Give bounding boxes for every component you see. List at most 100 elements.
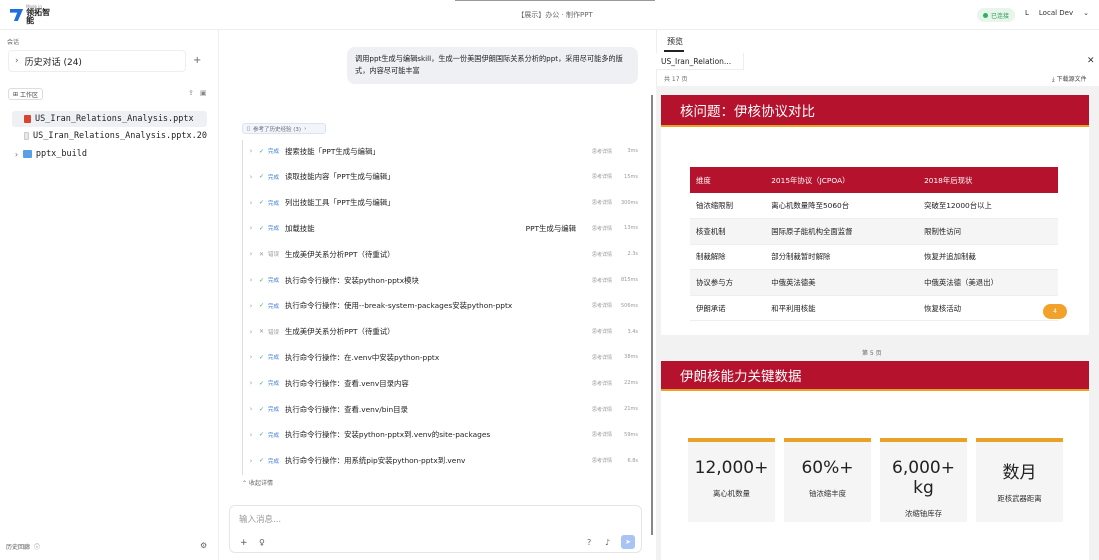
step-detail-link[interactable]: 思考详情 <box>584 354 612 361</box>
upload-icon[interactable]: ⇪ <box>188 89 194 97</box>
step-row[interactable]: › ✓ 完成 执行命令行操作：查看.venv/bin目录 思考详情 21ms <box>243 398 638 420</box>
check-icon: ✓ <box>259 457 265 465</box>
step-row[interactable]: › ✓ 完成 读取技能内容「PPT生成与编辑」 思考详情 15ms <box>243 166 638 188</box>
avatar: L <box>1025 9 1029 17</box>
message-input-box[interactable] <box>229 505 642 553</box>
gear-icon[interactable]: ⚙ <box>200 541 207 550</box>
chevron-right-icon: › <box>249 172 253 181</box>
microphone-icon[interactable]: ♪ <box>605 538 610 547</box>
step-duration: 22ms <box>624 380 638 387</box>
slide-accent-bar <box>661 125 1089 127</box>
table-cell: 限制性访问 <box>918 218 1058 245</box>
history-reference-toggle[interactable]: ▯ 参考了历史经验 (3) › <box>242 123 326 134</box>
table-header: 2015年协议（JCPOA） <box>765 167 919 193</box>
stat-card: 60%+ 铀浓缩丰度 <box>784 438 871 522</box>
new-conversation-button[interactable]: + <box>193 55 201 66</box>
chevron-right-icon: › <box>249 224 253 233</box>
table-cell: 部分制裁暂时解除 <box>765 244 919 271</box>
table-cell: 制裁解除 <box>690 244 766 271</box>
collapse-details-button[interactable]: ⌃ 收起详情 <box>242 478 273 487</box>
history-label: 历史对话 (24) <box>24 57 82 68</box>
step-row[interactable]: › ✓ 完成 执行命令行操作：安装python-pptx模块 思考详情 815ms <box>243 269 638 291</box>
tab-preview[interactable]: 预览 <box>667 36 683 47</box>
active-tab-indicator <box>664 50 684 52</box>
help-icon[interactable]: ? <box>587 538 591 547</box>
step-row[interactable]: › ✓ 完成 执行命令行操作：使用--break-system-packages安装p… <box>243 295 638 317</box>
chevron-right-icon: › <box>249 198 253 207</box>
step-row[interactable]: › ✓ 完成 搜索技能「PPT生成与编辑」 思考详情 3ms <box>243 140 638 162</box>
send-button[interactable]: ➤ <box>621 535 635 549</box>
step-row[interactable]: › ✓ 完成 执行命令行操作：用系统pip安装python-pptx到.venv 思考详… <box>243 450 638 472</box>
step-detail-link[interactable]: 思考详情 <box>584 277 612 284</box>
check-icon: ✓ <box>259 353 265 361</box>
message-input[interactable]: 输入消息... <box>239 513 281 525</box>
check-icon: ✓ <box>259 302 265 310</box>
file-tab[interactable]: US_Iran_Relation... <box>656 53 744 70</box>
step-detail-link[interactable]: 思考详情 <box>584 225 612 232</box>
stat-value: 6,000+ kg <box>892 458 955 498</box>
step-detail-link[interactable]: 思考详情 <box>584 406 612 413</box>
step-row[interactable]: › ✓ 完成 执行命令行操作：安装python-pptx到.venv的site-pac… <box>243 424 638 446</box>
step-row[interactable]: › ✓ 完成 列出技能工具「PPT生成与编辑」 思考详情 300ms <box>243 192 638 214</box>
chevron-right-icon: › <box>15 56 19 66</box>
folder-icon <box>22 150 32 158</box>
step-row[interactable]: › ✕ 错误 生成美伊关系分析PPT（待重试） 思考详情 2.3s <box>243 243 638 265</box>
lightbulb-icon[interactable]: ♀ <box>259 538 265 547</box>
file-item-pptx[interactable]: US_Iran_Relations_Analysis.pptx <box>12 111 207 127</box>
step-detail-link[interactable]: 思考详情 <box>584 173 612 180</box>
table-row: 伊朗承诺 和平利用核能 恢复核活动 <box>690 295 1058 322</box>
workspace-button[interactable]: ⊞ 工作区 <box>8 88 44 100</box>
step-row[interactable]: › ✕ 错误 生成美伊关系分析PPT（待重试） 思考详情 3.4s <box>243 321 638 343</box>
slide-accent-bar <box>661 389 1089 391</box>
history-conversations-button[interactable]: › 历史对话 (24) <box>8 50 186 72</box>
check-icon: ✓ <box>259 431 265 439</box>
step-status-tag: 完成 <box>268 458 280 465</box>
step-detail-link[interactable]: 思考详情 <box>584 380 612 387</box>
user-menu[interactable]: L Local Dev ⌄ <box>1025 9 1089 17</box>
stat-label: 浓缩铀库存 <box>905 509 942 518</box>
step-duration: 15ms <box>624 173 638 180</box>
workspace-label: 工作区 <box>20 91 39 99</box>
step-name: 执行命令行操作：在.venv中安装python-pptx <box>285 352 440 362</box>
user-message-bubble: 调用ppt生成与编辑skill，生成一份美国伊朗国际关系分析的ppt，采用尽可能… <box>347 47 638 84</box>
table-cell: 中俄英法德（美退出） <box>918 269 1058 296</box>
page-label: 第 5 页 <box>862 350 882 357</box>
close-icon[interactable]: ✕ <box>1087 56 1095 66</box>
table-cell: 中俄英法德美 <box>765 269 919 296</box>
step-duration: 6.8s <box>627 457 638 464</box>
chat-scrollbar[interactable] <box>651 95 653 535</box>
download-source-button[interactable]: ⤓ 下载源文件 <box>1052 74 1087 84</box>
table-cell: 恢复并追加制裁 <box>918 244 1058 271</box>
step-status-tag: 完成 <box>268 200 280 207</box>
step-status-tag: 完成 <box>268 174 280 181</box>
stat-card: 6,000+ kg 浓缩铀库存 <box>880 438 967 522</box>
step-duration: 21ms <box>624 406 638 412</box>
step-detail-link[interactable]: 思考详情 <box>584 148 612 155</box>
reference-label: 参考了历史经验 (3) <box>253 126 302 133</box>
step-detail-link[interactable]: 思考详情 <box>584 302 612 309</box>
step-status-tag: 完成 <box>268 355 280 362</box>
step-row[interactable]: › ✓ 完成 执行命令行操作：查看.venv目录内容 思考详情 22ms <box>243 372 638 394</box>
step-row[interactable]: › ✓ 完成 执行命令行操作：在.venv中安装python-pptx 思考详情 38ms <box>243 346 638 368</box>
step-detail-link[interactable]: 思考详情 <box>584 199 612 206</box>
step-duration: 38ms <box>624 354 638 361</box>
step-detail-link[interactable]: 思考详情 <box>584 328 612 335</box>
step-detail-link[interactable]: 思考详情 <box>584 251 612 258</box>
chevron-down-icon: ⌄ <box>1083 9 1089 17</box>
chevron-right-icon: › <box>249 430 253 439</box>
history-corridor[interactable]: 历史回廊 ⓘ <box>6 542 40 551</box>
folder-item-pptx-build[interactable]: › pptx_build <box>12 146 207 162</box>
step-list: › ✓ 完成 搜索技能「PPT生成与编辑」 思考详情 3ms › ✓ 完成 读取技能内容「PPT生… <box>242 140 638 475</box>
step-row[interactable]: › ✓ 完成 加载技能 PPT生成与编辑 思考详情 13ms <box>243 217 638 239</box>
step-detail-link[interactable]: 思考详情 <box>584 431 612 438</box>
step-duration: 13ms <box>624 225 638 232</box>
add-attachment-icon[interactable]: + <box>240 538 248 548</box>
new-folder-icon[interactable]: ▣ <box>200 89 207 97</box>
file-item-backup[interactable]: US_Iran_Relations_Analysis.pptx.20 <box>12 128 207 144</box>
chevron-right-icon: › <box>304 125 307 132</box>
table-row: 铀浓缩限制 离心机数量降至5060台 突破至12000台以上 <box>690 193 1058 220</box>
step-duration: 3.4s <box>627 328 638 335</box>
app-logo[interactable]: Made in 领拓智能 <box>10 5 56 25</box>
step-status-tag: 完成 <box>268 278 280 284</box>
step-detail-link[interactable]: 思考详情 <box>584 457 612 464</box>
